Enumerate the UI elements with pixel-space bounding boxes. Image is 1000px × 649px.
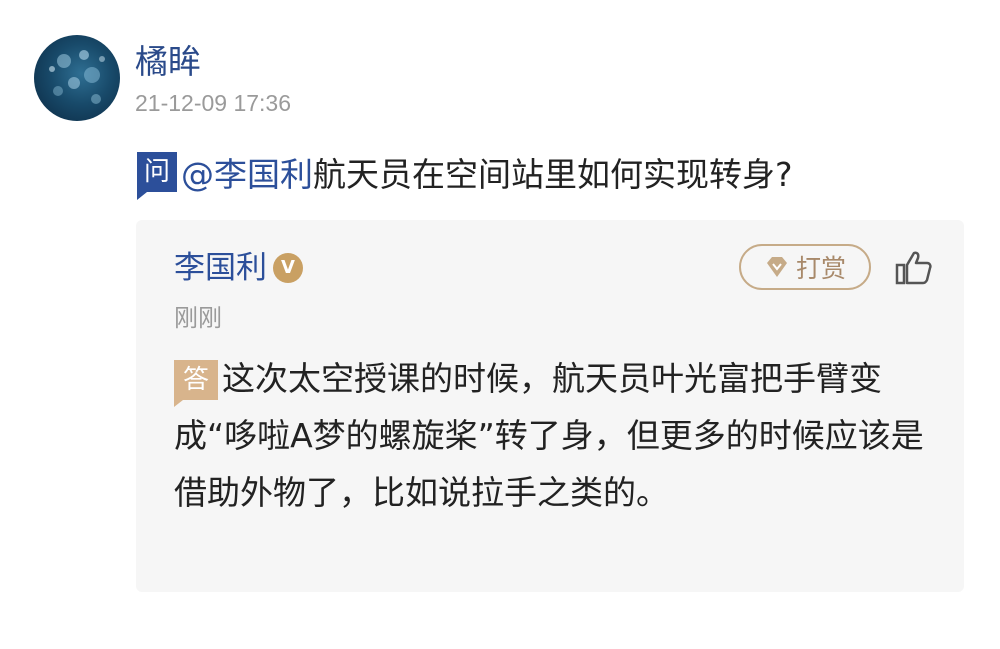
thumbs-up-icon[interactable] — [894, 248, 934, 288]
reward-label: 打赏 — [795, 254, 846, 283]
answer-badge: 答 — [174, 360, 218, 407]
verified-badge-icon: V — [273, 253, 303, 283]
answerer-name[interactable]: 李国利 — [174, 248, 267, 288]
gem-icon — [764, 255, 790, 279]
qa-post: 橘眸 21-12-09 17:36 问 @李国利 航天员在空间站里如何实现转身?… — [0, 0, 1000, 649]
post-author-name[interactable]: 橘眸 — [135, 42, 201, 82]
post-timestamp: 21-12-09 17:36 — [135, 90, 292, 116]
answer-time: 刚刚 — [174, 304, 222, 332]
answer-body: 答这次太空授课的时候，航天员叶光富把手臂变成“哆啦A梦的螺旋桨”转了身，但更多的… — [174, 350, 934, 521]
question-text: 航天员在空间站里如何实现转身? — [313, 155, 793, 194]
jellyfish-avatar-icon — [49, 50, 105, 104]
reward-button[interactable]: 打赏 — [739, 244, 871, 290]
mention-link[interactable]: @李国利 — [181, 148, 313, 196]
answer-card: 李国利 V 刚刚 打赏 答这次太空授课的时候，航天员叶光富把手臂变成“哆啦A梦的… — [136, 220, 964, 592]
answer-text: 这次太空授课的时候，航天员叶光富把手臂变成“哆啦A梦的螺旋桨”转了身，但更多的时… — [174, 359, 924, 512]
question-line: 问 @李国利 航天员在空间站里如何实现转身? — [137, 148, 793, 200]
user-avatar[interactable] — [34, 35, 120, 121]
answerer-header: 李国利 V — [174, 248, 303, 288]
question-badge: 问 — [137, 152, 177, 200]
